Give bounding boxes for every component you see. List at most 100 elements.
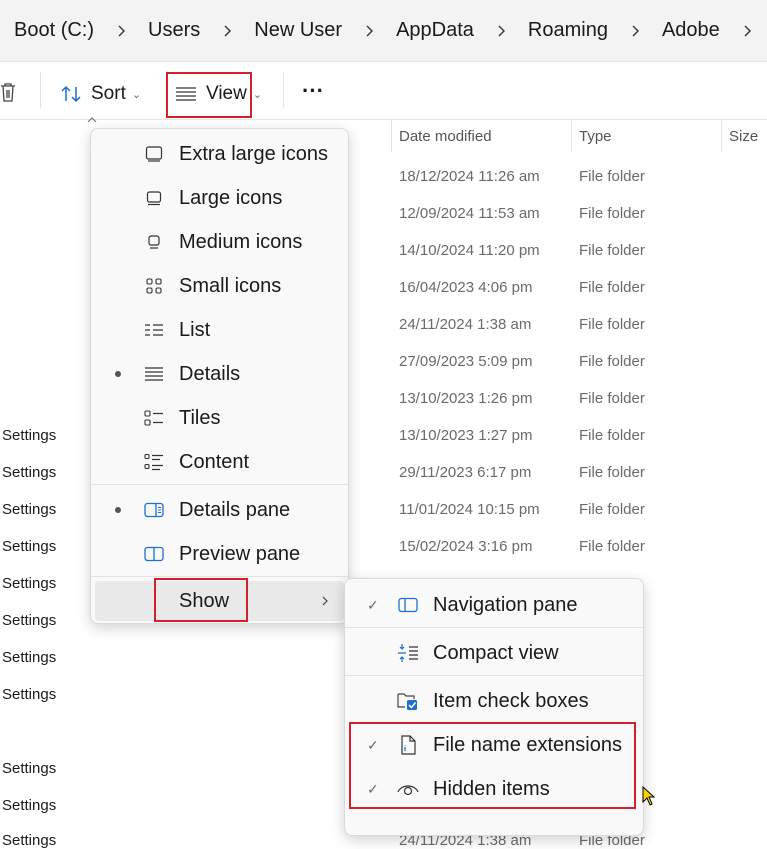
row-type: File folder xyxy=(579,279,645,296)
menu-separator xyxy=(91,576,348,577)
chevron-right-icon xyxy=(632,25,639,36)
highlight-box-show xyxy=(154,578,248,622)
row-name: Settings xyxy=(2,612,57,629)
menu-item-details[interactable]: Details xyxy=(95,354,344,394)
menu-item-small-icons[interactable]: Small icons xyxy=(95,266,344,306)
breadcrumb-item-appdata[interactable]: AppData xyxy=(396,19,474,42)
sort-label: Sort xyxy=(91,83,126,104)
row-type: File folder xyxy=(579,501,645,518)
more-icon: ··· xyxy=(302,78,324,103)
menu-item-label: Preview pane xyxy=(179,542,301,565)
row-name: Settings xyxy=(2,464,57,481)
more-options-button[interactable]: ··· xyxy=(302,78,324,104)
row-name: Settings xyxy=(2,832,57,849)
row-name: Settings xyxy=(2,760,57,777)
row-type: File folder xyxy=(579,168,645,185)
row-name: Settings xyxy=(2,797,57,814)
menu-item-tiles[interactable]: Tiles xyxy=(95,398,344,438)
breadcrumb-item-new-user[interactable]: New User xyxy=(254,19,342,42)
chevron-right-icon xyxy=(322,596,328,606)
menu-item-navigation-pane[interactable]: ✓ Navigation pane xyxy=(349,585,639,625)
row-type: File folder xyxy=(579,205,645,222)
checkbox-icon xyxy=(397,690,419,712)
sort-button[interactable]: Sort ⌄ xyxy=(60,83,141,105)
column-header-type[interactable]: Type xyxy=(579,128,612,145)
highlight-box-view xyxy=(166,72,252,118)
menu-separator xyxy=(91,484,348,485)
view-menu: Extra large icons Large icons Medium ico… xyxy=(90,128,349,624)
row-name: Settings xyxy=(2,575,57,592)
menu-item-label: Small icons xyxy=(179,274,282,297)
menu-separator xyxy=(345,675,643,676)
menu-item-label: Compact view xyxy=(433,641,559,664)
breadcrumb-item-adobe[interactable]: Adobe xyxy=(662,19,720,42)
menu-item-item-check-boxes[interactable]: Item check boxes xyxy=(349,681,639,721)
menu-item-label: Navigation pane xyxy=(433,593,578,616)
row-date: 29/11/2023 6:17 pm xyxy=(399,464,532,481)
breadcrumb-item-drive[interactable]: Boot (C:) xyxy=(14,19,94,42)
breadcrumb-item-users[interactable]: Users xyxy=(148,19,200,42)
monitor-l-icon xyxy=(143,187,165,209)
toolbar-divider xyxy=(40,72,41,108)
preview-pane-icon xyxy=(143,543,165,565)
details-icon xyxy=(143,363,165,385)
menu-item-compact-view[interactable]: Compact view xyxy=(349,633,639,673)
row-date: 27/09/2023 5:09 pm xyxy=(399,353,533,370)
breadcrumb: Boot (C:) Users New User AppData Roaming… xyxy=(0,0,767,62)
row-date: 24/11/2024 1:38 am xyxy=(399,316,532,333)
menu-separator xyxy=(345,627,643,628)
monitor-xl-icon xyxy=(143,143,165,165)
chevron-up-icon xyxy=(87,117,97,123)
menu-item-preview-pane[interactable]: Preview pane xyxy=(95,534,344,574)
chevron-right-icon[interactable] xyxy=(742,25,754,37)
menu-item-list[interactable]: List xyxy=(95,310,344,350)
selected-bullet-icon xyxy=(115,507,121,513)
menu-item-label: Large icons xyxy=(179,186,283,209)
chevron-down-icon: ⌄ xyxy=(252,88,263,101)
mouse-cursor-icon xyxy=(642,786,656,806)
menu-item-label: Tiles xyxy=(179,406,221,429)
menu-item-details-pane[interactable]: Details pane xyxy=(95,490,344,530)
row-type: File folder xyxy=(579,390,645,407)
chevron-right-icon xyxy=(224,25,232,36)
row-date: 14/10/2024 11:20 pm xyxy=(399,242,540,259)
chevron-right-icon xyxy=(366,25,374,36)
navigation-pane-icon xyxy=(397,594,419,616)
row-type: File folder xyxy=(579,316,645,333)
menu-item-large-icons[interactable]: Large icons xyxy=(95,178,344,218)
menu-item-medium-icons[interactable]: Medium icons xyxy=(95,222,344,262)
tiles-icon xyxy=(143,407,165,429)
chevron-down-icon: ⌄ xyxy=(131,88,142,101)
menu-item-label: Details xyxy=(179,362,241,385)
command-bar: Sort ⌄ View ⌄ ··· xyxy=(0,62,767,123)
row-name: Settings xyxy=(2,427,57,444)
highlight-box-extensions-hidden xyxy=(349,722,636,809)
menu-item-label: List xyxy=(179,318,211,341)
row-type: File folder xyxy=(579,427,645,444)
row-name: Settings xyxy=(2,649,57,666)
breadcrumb-item-roaming[interactable]: Roaming xyxy=(528,19,608,42)
column-header-date-modified[interactable]: Date modified xyxy=(399,128,492,145)
row-date: 16/04/2023 4:06 pm xyxy=(399,279,533,296)
sort-icon xyxy=(61,85,81,103)
list-icon xyxy=(143,319,165,341)
menu-item-content[interactable]: Content xyxy=(95,442,344,482)
column-header-size[interactable]: Size xyxy=(729,128,758,145)
row-name: Settings xyxy=(2,501,57,518)
selected-bullet-icon xyxy=(115,371,121,377)
column-separator[interactable] xyxy=(391,120,392,152)
menu-item-label: Extra large icons xyxy=(179,142,328,165)
content-icon xyxy=(143,451,165,473)
chevron-right-icon xyxy=(498,25,505,36)
row-date: 18/12/2024 11:26 am xyxy=(399,168,540,185)
column-separator[interactable] xyxy=(571,120,572,152)
checkmark-icon: ✓ xyxy=(367,596,379,613)
menu-item-extra-large-icons[interactable]: Extra large icons xyxy=(95,134,344,174)
delete-icon[interactable] xyxy=(0,82,16,102)
menu-item-label: Details pane xyxy=(179,498,291,521)
menu-item-label: Medium icons xyxy=(179,230,303,253)
column-separator[interactable] xyxy=(721,120,722,152)
row-type: File folder xyxy=(579,538,645,555)
menu-item-label: Item check boxes xyxy=(433,689,589,712)
row-name: Settings xyxy=(2,538,57,555)
